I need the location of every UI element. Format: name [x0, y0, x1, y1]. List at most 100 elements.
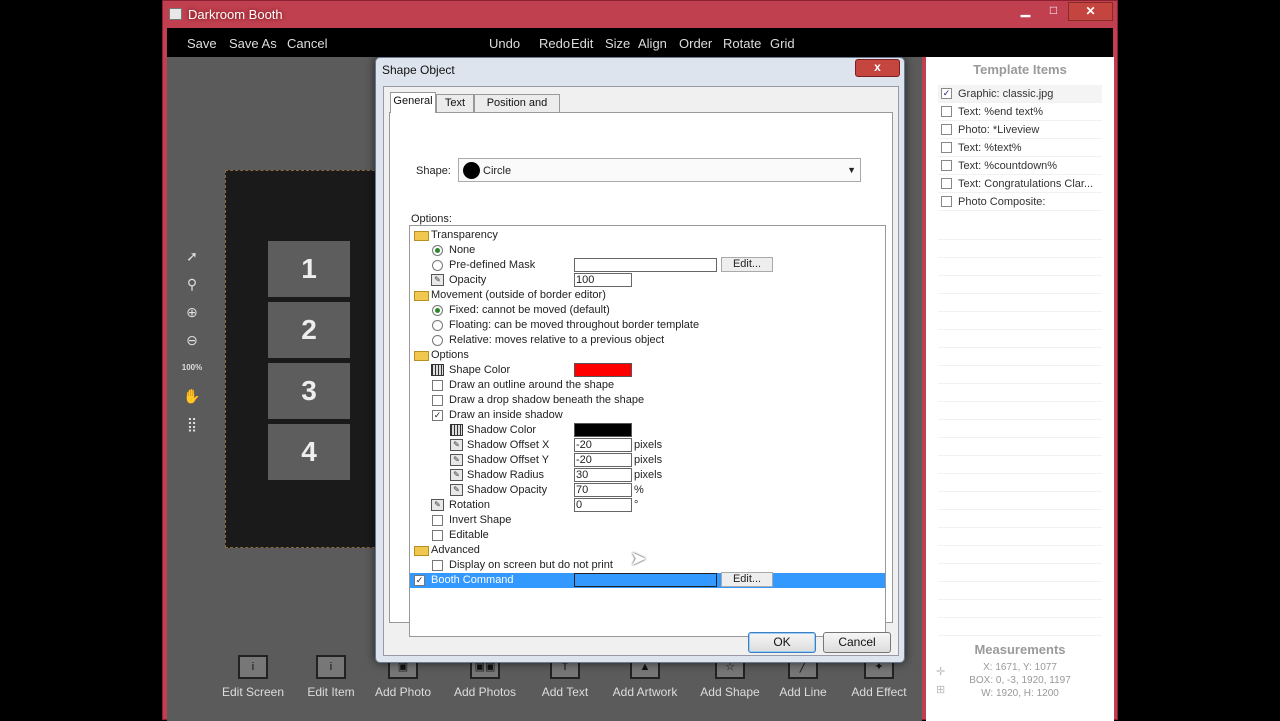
radio-button[interactable]: [432, 260, 443, 271]
opacity-input[interactable]: 100: [574, 273, 632, 287]
photo-slot[interactable]: 4: [268, 424, 350, 480]
radio-fixed[interactable]: Fixed: cannot be moved (default): [410, 303, 885, 318]
menu-undo[interactable]: Undo: [489, 36, 520, 51]
measurement-box: BOX: 0, -3, 1920, 1197: [969, 675, 1071, 686]
edit-value-icon: ✎: [450, 484, 463, 496]
list-item[interactable]: Text: %end text%: [938, 103, 1102, 121]
radio-relative[interactable]: Relative: moves relative to a previous o…: [410, 333, 885, 348]
shape-object-dialog: Shape Object x General Text Position and…: [375, 57, 905, 663]
radio-button[interactable]: [432, 320, 443, 331]
item-checkbox[interactable]: [941, 142, 952, 153]
checkbox[interactable]: ✓: [432, 410, 443, 421]
cancel-button[interactable]: Cancel: [823, 632, 891, 653]
radio-button[interactable]: [432, 305, 443, 316]
group-transparency[interactable]: Transparency: [410, 228, 885, 243]
radio-button[interactable]: [432, 335, 443, 346]
pointer-icon[interactable]: ➚: [177, 242, 207, 270]
tool-palette: ➚ ⚲ ⊕ ⊖ 100% ✋ ⣿: [177, 242, 207, 438]
mask-edit-button[interactable]: Edit...: [721, 257, 773, 272]
shadow-offset-x-input[interactable]: -20: [574, 438, 632, 452]
item-checkbox[interactable]: [941, 178, 952, 189]
menu-edit[interactable]: Edit: [571, 36, 593, 51]
edit-screen-button[interactable]: i Edit Screen: [221, 655, 285, 699]
edit-item-button[interactable]: i Edit Item: [301, 655, 361, 699]
shadow-radius-input[interactable]: 30: [574, 468, 632, 482]
menu-size[interactable]: Size: [605, 36, 630, 51]
shadow-color-swatch[interactable]: [574, 423, 632, 437]
checkbox-display-only[interactable]: Display on screen but do not print: [410, 558, 885, 573]
booth-command-field[interactable]: [574, 573, 717, 587]
rotation-input[interactable]: 0: [574, 498, 632, 512]
list-item[interactable]: Photo Composite:: [938, 193, 1102, 211]
item-checkbox[interactable]: [941, 196, 952, 207]
checkbox[interactable]: [432, 515, 443, 526]
zoom-in-icon[interactable]: ⊕: [177, 298, 207, 326]
checkbox-editable[interactable]: Editable: [410, 528, 885, 543]
booth-command-row[interactable]: ✓ Booth Command Edit...: [410, 572, 885, 588]
checkbox-inside-shadow[interactable]: ✓ Draw an inside shadow: [410, 408, 885, 423]
shadow-opacity-input[interactable]: 70: [574, 483, 632, 497]
checkbox[interactable]: [432, 380, 443, 391]
radio-button[interactable]: [432, 245, 443, 256]
zoom-100-button[interactable]: 100%: [177, 354, 207, 382]
ok-button[interactable]: OK: [748, 632, 816, 653]
minimize-icon[interactable]: ▁: [1012, 2, 1039, 21]
hand-icon[interactable]: ✋: [177, 382, 207, 410]
item-checkbox[interactable]: [941, 124, 952, 135]
group-options[interactable]: Options: [410, 348, 885, 363]
mask-field[interactable]: [574, 258, 717, 272]
checkbox[interactable]: [432, 395, 443, 406]
list-item[interactable]: ✓ Graphic: classic.jpg: [938, 85, 1102, 103]
checkbox-drop-shadow[interactable]: Draw a drop shadow beneath the shape: [410, 393, 885, 408]
menu-save[interactable]: Save: [187, 36, 217, 51]
radio-floating[interactable]: Floating: can be moved throughout border…: [410, 318, 885, 333]
menu-rotate[interactable]: Rotate: [723, 36, 761, 51]
bottom-toolbar: i Edit Screen i Edit Item ▣ Add Photo ▣▣ Add…: [197, 655, 917, 715]
checkbox[interactable]: ✓: [414, 575, 425, 586]
shape-color-swatch[interactable]: [574, 363, 632, 377]
checkbox[interactable]: [432, 530, 443, 541]
list-item[interactable]: Text: %text%: [938, 139, 1102, 157]
radio-none[interactable]: None: [410, 243, 885, 258]
dialog-close-icon[interactable]: x: [855, 59, 900, 77]
menu-save-as[interactable]: Save As: [229, 36, 277, 51]
radio-predefined-mask[interactable]: Pre-defined Mask Edit...: [410, 257, 885, 273]
tab-general[interactable]: General: [390, 92, 436, 113]
photo-slot[interactable]: 1: [268, 241, 350, 297]
color-grid-icon: [450, 424, 463, 436]
list-item[interactable]: Text: %countdown%: [938, 157, 1102, 175]
list-item[interactable]: Photo: *Liveview: [938, 121, 1102, 139]
shape-select[interactable]: Circle ▼: [458, 158, 861, 182]
checkbox[interactable]: [432, 560, 443, 571]
item-checkbox[interactable]: [941, 160, 952, 171]
item-checkbox[interactable]: [941, 106, 952, 117]
shape-color-row: Shape Color: [410, 363, 885, 378]
rotation-row: ✎ Rotation 0 °: [410, 498, 885, 513]
zoom-out-icon[interactable]: ⊖: [177, 326, 207, 354]
group-movement[interactable]: Movement (outside of border editor): [410, 288, 885, 303]
maximize-icon[interactable]: □: [1040, 2, 1067, 21]
list-item[interactable]: Text: Congratulations Clar...: [938, 175, 1102, 193]
edit-value-icon: ✎: [431, 499, 444, 511]
item-checkbox[interactable]: ✓: [941, 88, 952, 99]
grid-dots-icon[interactable]: ⣿: [177, 410, 207, 438]
booth-command-edit-button[interactable]: Edit...: [721, 572, 773, 587]
menu-order[interactable]: Order: [679, 36, 712, 51]
menu-redo[interactable]: Redo: [539, 36, 570, 51]
checkbox-outline[interactable]: Draw an outline around the shape: [410, 378, 885, 393]
tab-position-size[interactable]: Position and Size: [474, 94, 560, 125]
photo-slot[interactable]: 3: [268, 363, 350, 419]
group-advanced[interactable]: Advanced: [410, 543, 885, 558]
checkbox-invert-shape[interactable]: Invert Shape: [410, 513, 885, 528]
template-canvas[interactable]: 1 2 3 4: [225, 170, 385, 548]
close-icon[interactable]: ✕: [1068, 2, 1113, 21]
photo-slot[interactable]: 2: [268, 302, 350, 358]
menu-align[interactable]: Align: [638, 36, 667, 51]
edit-value-icon: ✎: [450, 454, 463, 466]
zoom-icon[interactable]: ⚲: [177, 270, 207, 298]
shape-label: Shape:: [416, 165, 451, 177]
menu-cancel[interactable]: Cancel: [287, 36, 327, 51]
shadow-offset-y-input[interactable]: -20: [574, 453, 632, 467]
menu-grid[interactable]: Grid: [770, 36, 795, 51]
tab-text[interactable]: Text: [436, 94, 474, 112]
